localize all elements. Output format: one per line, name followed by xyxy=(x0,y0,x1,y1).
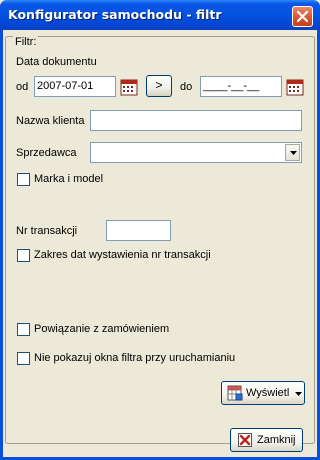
transaction-no-label: Nr transakcji xyxy=(16,225,78,237)
date-from-label: od xyxy=(16,81,29,93)
seller-label: Sprzedawca xyxy=(16,147,77,159)
show-button-label: Wyświetl xyxy=(246,387,290,399)
filter-groupbox: Filtr: Data dokumentu od 2007-07-01 > do… xyxy=(5,36,315,444)
chevron-down-icon xyxy=(295,392,302,396)
red-x-icon xyxy=(238,433,252,447)
window-title: Konfigurator samochodu - filtr xyxy=(8,7,222,22)
close-dialog-button[interactable]: Zamknij xyxy=(230,428,303,452)
close-icon xyxy=(297,11,308,22)
dialog-client-area: Filtr: Data dokumentu od 2007-07-01 > do… xyxy=(3,30,317,457)
title-bar[interactable]: Konfigurator samochodu - filtr xyxy=(0,0,320,30)
hide-filter-checkbox[interactable] xyxy=(17,352,30,365)
brand-model-label: Marka i model xyxy=(34,173,104,185)
transaction-no-input[interactable] xyxy=(106,220,171,241)
date-range-checkbox[interactable] xyxy=(17,249,30,262)
date-to-input[interactable]: ____-__-__ xyxy=(200,76,282,97)
document-date-label: Data dokumentu xyxy=(16,56,97,68)
date-to-label: do xyxy=(180,81,193,93)
hide-filter-label: Nie pokazuj okna filtra przy uruchamiani… xyxy=(34,352,236,364)
window-close-button[interactable] xyxy=(292,6,313,27)
filter-group-label: Filtr: xyxy=(13,36,39,48)
brand-model-checkbox[interactable] xyxy=(17,173,30,186)
date-range-label: Zakres dat wystawienia nr transakcji xyxy=(34,249,211,261)
seller-select[interactable] xyxy=(90,142,302,163)
dialog-window: Konfigurator samochodu - filtr Filtr: Da… xyxy=(0,0,320,460)
grid-report-icon xyxy=(227,385,243,401)
calendar-icon[interactable] xyxy=(120,78,138,96)
seller-dropdown-button[interactable] xyxy=(285,144,300,161)
show-button[interactable]: Wyświetl xyxy=(221,381,305,405)
close-dialog-label: Zamknij xyxy=(257,434,296,446)
client-name-label: Nazwa klienta xyxy=(16,115,85,127)
order-link-label: Powiązanie z zamówieniem xyxy=(34,323,170,335)
calendar-icon[interactable] xyxy=(286,78,304,96)
client-name-input[interactable] xyxy=(90,110,302,131)
date-from-input[interactable]: 2007-07-01 xyxy=(34,76,116,97)
shift-date-button[interactable]: > xyxy=(146,75,172,97)
chevron-down-icon xyxy=(290,151,297,155)
order-link-checkbox[interactable] xyxy=(17,323,30,336)
